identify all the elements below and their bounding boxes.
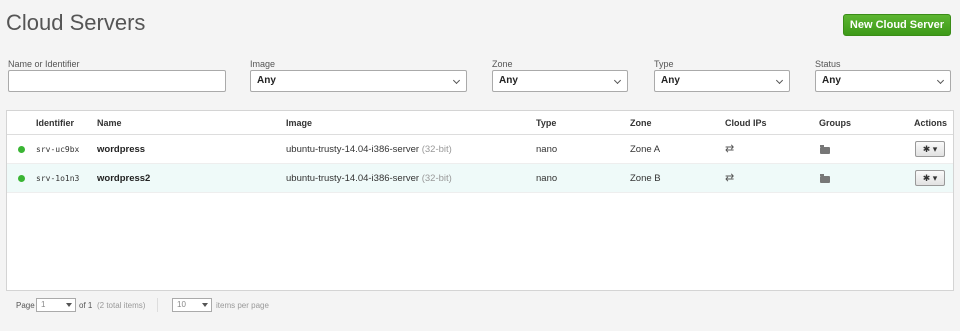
page-title: Cloud Servers bbox=[6, 10, 146, 35]
chevron-down-icon bbox=[202, 303, 208, 307]
per-page-value: 10 bbox=[177, 300, 186, 309]
image-select[interactable]: Any bbox=[250, 70, 467, 92]
filter-status: Status Any bbox=[815, 58, 951, 92]
actions-button[interactable]: ✱ ▾ bbox=[915, 170, 945, 186]
pager-divider bbox=[157, 298, 158, 312]
status-dot bbox=[18, 175, 25, 182]
chevron-down-icon bbox=[936, 76, 945, 85]
folder-icon[interactable] bbox=[820, 174, 830, 183]
zone-select[interactable]: Any bbox=[492, 70, 628, 92]
server-name[interactable]: wordpress2 bbox=[97, 173, 150, 184]
servers-table: Identifier Name Image Type Zone Cloud IP… bbox=[6, 110, 954, 291]
server-zone: Zone A bbox=[630, 144, 661, 155]
col-identifier[interactable]: Identifier bbox=[36, 118, 74, 128]
filter-status-label: Status bbox=[815, 59, 841, 69]
image-arch: (32-bit) bbox=[421, 144, 452, 155]
server-identifier[interactable]: srv-uc9bx bbox=[36, 145, 79, 154]
per-page-label: items per page bbox=[216, 301, 269, 310]
col-actions: Actions bbox=[914, 118, 948, 128]
actions-button[interactable]: ✱ ▾ bbox=[915, 141, 945, 157]
col-cloud-ips: Cloud IPs bbox=[725, 118, 767, 128]
new-cloud-server-button[interactable]: New Cloud Server bbox=[843, 14, 951, 36]
pagination: Page 1 of 1 (2 total items) 10 items per… bbox=[16, 298, 416, 314]
col-zone[interactable]: Zone bbox=[630, 118, 652, 128]
filter-image: Image Any bbox=[250, 58, 467, 92]
page-label: Page bbox=[16, 301, 35, 310]
type-select[interactable]: Any bbox=[654, 70, 790, 92]
folder-icon[interactable] bbox=[820, 145, 830, 154]
image-select-value: Any bbox=[257, 75, 276, 86]
per-page-select[interactable]: 10 bbox=[172, 298, 212, 312]
server-name[interactable]: wordpress bbox=[97, 144, 145, 155]
chevron-down-icon bbox=[613, 76, 622, 85]
image-arch: (32-bit) bbox=[421, 173, 452, 184]
table-header: Identifier Name Image Type Zone Cloud IP… bbox=[7, 111, 953, 135]
status-dot bbox=[18, 146, 25, 153]
status-select[interactable]: Any bbox=[815, 70, 951, 92]
server-image: ubuntu-trusty-14.04-i386-server (32-bit) bbox=[286, 144, 452, 155]
shuffle-icon[interactable]: ⇄ bbox=[725, 171, 734, 184]
chevron-down-icon bbox=[452, 76, 461, 85]
server-type: nano bbox=[536, 144, 558, 155]
table-row[interactable]: srv-1o1n3 wordpress2 ubuntu-trusty-14.04… bbox=[7, 164, 953, 193]
table-row[interactable]: srv-uc9bx wordpress ubuntu-trusty-14.04-… bbox=[7, 135, 953, 164]
image-name: ubuntu-trusty-14.04-i386-server bbox=[286, 173, 420, 184]
page-select[interactable]: 1 bbox=[36, 298, 76, 312]
chevron-down-icon bbox=[66, 303, 72, 307]
filter-image-label: Image bbox=[250, 59, 276, 69]
filter-zone-label: Zone bbox=[492, 59, 513, 69]
image-name: ubuntu-trusty-14.04-i386-server bbox=[286, 144, 420, 155]
total-items: (2 total items) bbox=[97, 301, 146, 310]
page-of-label: of 1 bbox=[79, 301, 93, 310]
col-groups: Groups bbox=[819, 118, 852, 128]
filter-name: Name or Identifier bbox=[8, 58, 226, 92]
page-select-value: 1 bbox=[41, 300, 46, 309]
col-image[interactable]: Image bbox=[286, 118, 312, 128]
server-identifier[interactable]: srv-1o1n3 bbox=[36, 174, 79, 183]
search-input[interactable] bbox=[8, 70, 226, 92]
filter-type: Type Any bbox=[654, 58, 790, 92]
filter-zone: Zone Any bbox=[492, 58, 628, 92]
server-type: nano bbox=[536, 173, 558, 184]
zone-select-value: Any bbox=[499, 75, 518, 86]
col-type[interactable]: Type bbox=[536, 118, 556, 128]
filter-type-label: Type bbox=[654, 59, 674, 69]
server-image: ubuntu-trusty-14.04-i386-server (32-bit) bbox=[286, 173, 452, 184]
status-select-value: Any bbox=[822, 75, 841, 86]
filter-name-label: Name or Identifier bbox=[8, 59, 80, 69]
server-zone: Zone B bbox=[630, 173, 661, 184]
col-name[interactable]: Name bbox=[97, 118, 122, 128]
chevron-down-icon bbox=[775, 76, 784, 85]
type-select-value: Any bbox=[661, 75, 680, 86]
shuffle-icon[interactable]: ⇄ bbox=[725, 142, 734, 155]
